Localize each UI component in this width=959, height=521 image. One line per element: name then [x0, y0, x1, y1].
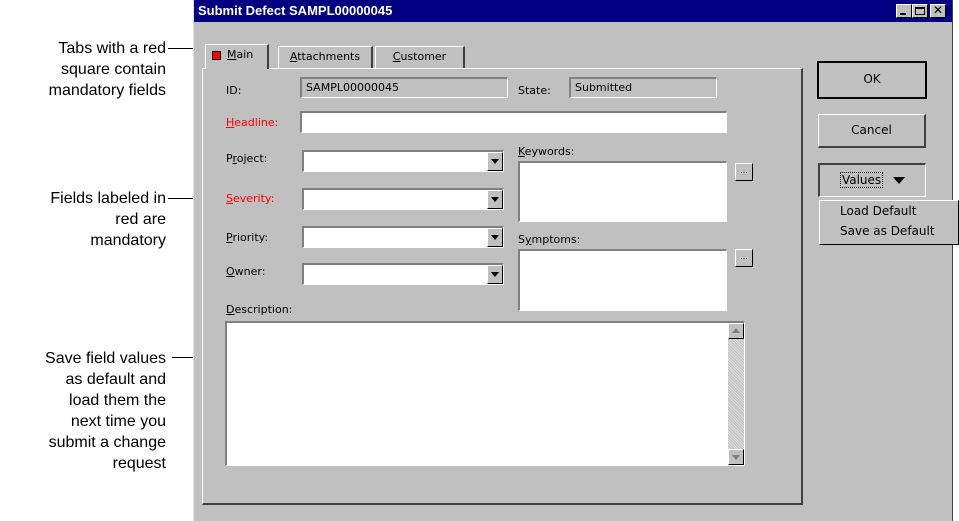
- tab-main-mnemonic: M: [227, 48, 237, 61]
- id-value: SAMPL00000045: [306, 81, 399, 94]
- tab-customer[interactable]: Customer: [375, 46, 465, 69]
- symptoms-label: Symptoms:: [518, 233, 581, 246]
- menu-item-save-as-default[interactable]: Save as Default: [840, 224, 935, 238]
- headline-input[interactable]: [300, 111, 727, 133]
- close-icon: ✕: [933, 3, 944, 17]
- priority-label: Priority:: [226, 231, 269, 244]
- callout-tabs: Tabs with a red square contain mandatory…: [0, 38, 166, 101]
- chevron-down-icon[interactable]: [487, 265, 503, 284]
- callout-line: red are: [115, 211, 166, 228]
- severity-label: Severity:: [226, 192, 275, 205]
- ellipsis-icon: ...: [740, 165, 748, 175]
- close-button[interactable]: ✕: [930, 3, 946, 18]
- description-label: Description:: [226, 303, 293, 316]
- project-dropdown[interactable]: [302, 150, 504, 172]
- callout-line: submit a change: [48, 434, 166, 451]
- priority-dropdown[interactable]: [302, 226, 504, 248]
- state-field: Submitted: [569, 77, 717, 98]
- id-label: ID:: [226, 84, 242, 97]
- owner-label: Owner:: [226, 265, 266, 278]
- callout-line: load them the: [69, 392, 166, 409]
- values-menu: Load Default Save as Default: [819, 200, 959, 245]
- window-title: Submit Defect SAMPL00000045: [198, 3, 393, 18]
- chevron-up-icon: [732, 328, 740, 333]
- severity-dropdown[interactable]: [302, 188, 504, 210]
- chevron-down-icon: [732, 455, 740, 460]
- description-scrollbar[interactable]: [728, 323, 744, 465]
- callout-save-values: Save field values as default and load th…: [0, 348, 166, 474]
- callout-red-labels: Fields labeled in red are mandatory: [0, 188, 166, 251]
- scroll-up-button[interactable]: [728, 323, 744, 339]
- cancel-button[interactable]: Cancel: [818, 114, 926, 148]
- keywords-label: Keywords:: [518, 145, 575, 158]
- cancel-button-label: Cancel: [851, 123, 892, 137]
- description-textarea[interactable]: [225, 321, 745, 466]
- callout-line: mandatory fields: [48, 82, 166, 99]
- symptoms-field[interactable]: [518, 249, 727, 311]
- values-button-label: Values: [839, 172, 884, 188]
- state-value: Submitted: [575, 81, 633, 94]
- keywords-field[interactable]: [518, 161, 727, 222]
- caret-down-icon: [893, 177, 906, 184]
- state-label: State:: [518, 84, 551, 97]
- minimize-button[interactable]: [896, 4, 912, 18]
- project-label: Project:: [226, 152, 268, 165]
- tab-main-label: ain: [236, 48, 254, 61]
- tab-customer-label: ustomer: [400, 50, 447, 63]
- callout-line: request: [112, 455, 166, 472]
- ellipsis-icon: ...: [740, 251, 748, 261]
- tab-attachments[interactable]: Attachments: [278, 46, 373, 69]
- title-bar: Submit Defect SAMPL00000045 ✕: [194, 0, 952, 22]
- callout-line: next time you: [70, 413, 166, 430]
- chevron-down-icon[interactable]: [487, 228, 503, 247]
- owner-dropdown[interactable]: [302, 263, 504, 285]
- callout-line: mandatory: [90, 232, 166, 249]
- scroll-down-button[interactable]: [728, 449, 744, 465]
- maximize-button[interactable]: [912, 4, 928, 18]
- ok-button[interactable]: OK: [817, 61, 927, 99]
- callout-line: square contain: [61, 61, 166, 78]
- callout-line: Fields labeled in: [50, 190, 166, 207]
- callout-line: Tabs with a red: [58, 40, 166, 57]
- menu-item-load-default[interactable]: Load Default: [840, 204, 916, 218]
- values-button[interactable]: Values: [818, 163, 926, 197]
- mandatory-tab-marker-icon: [212, 50, 221, 60]
- ok-button-label: OK: [863, 72, 881, 86]
- headline-label: Headline:: [226, 116, 279, 129]
- symptoms-browse-button[interactable]: ...: [735, 249, 753, 267]
- callout-line: as default and: [65, 371, 166, 388]
- callout-line: Save field values: [45, 350, 166, 367]
- keywords-browse-button[interactable]: ...: [735, 163, 753, 181]
- chevron-down-icon[interactable]: [487, 152, 503, 171]
- tab-attachments-label: ttachments: [297, 50, 361, 63]
- tab-main[interactable]: Main: [205, 44, 269, 69]
- id-field: SAMPL00000045: [300, 77, 508, 98]
- chevron-down-icon[interactable]: [487, 190, 503, 209]
